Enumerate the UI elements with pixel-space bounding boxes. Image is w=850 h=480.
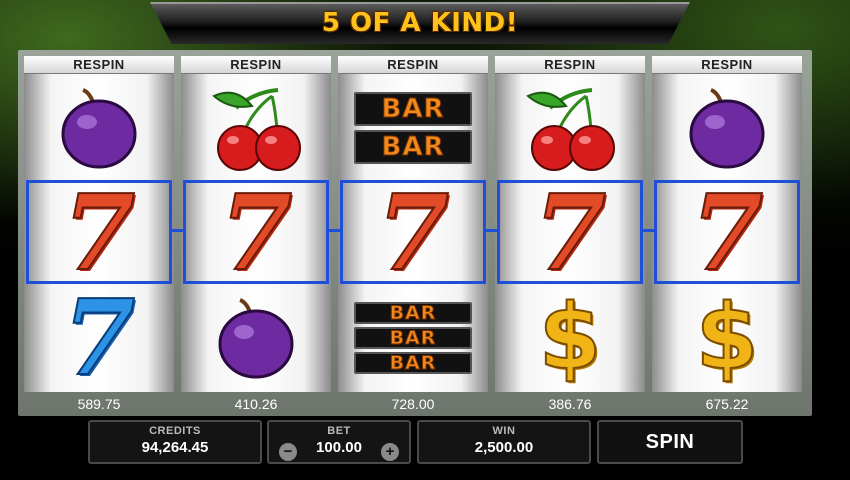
cherries-symbol [495,78,645,178]
credits-label: CREDITS [149,425,201,437]
win-label: WIN [492,425,516,437]
win-panel: WIN 2,500.00 [417,420,591,464]
win-line-connector [329,229,341,232]
respin-button[interactable]: RESPIN [181,56,331,74]
dollar-symbol: $ [695,285,760,390]
win-line-connector [643,229,655,232]
reel-value: 410.26 [234,396,278,412]
win-line-connector [486,229,498,232]
respin-button[interactable]: RESPIN [24,56,174,74]
respin-button[interactable]: RESPIN [338,56,488,74]
bet-increase-button[interactable]: + [381,443,399,461]
reel-value: 589.75 [77,396,121,412]
win-value: 2,500.00 [474,439,534,456]
respin-button[interactable]: RESPIN [652,56,802,74]
bar-label: BAR [354,92,472,126]
win-line-box [26,180,172,284]
bar-label: BAR [354,352,472,374]
plum-symbol [181,288,331,388]
win-line-connector [172,229,184,232]
bet-panel: BET 100.00 − + [267,420,411,464]
credits-value: 94,264.45 [141,439,209,456]
win-line-box [497,180,643,284]
double-bar-symbol: BAR BAR [338,78,488,178]
credits-panel: CREDITS 94,264.45 [88,420,262,464]
win-banner-text: 5 OF A KIND! [321,8,519,38]
win-line-box [183,180,329,284]
dollar-symbol: $ [538,285,603,390]
seven-blue-symbol: 7 [62,276,136,399]
plum-symbol [652,78,802,178]
win-line-box [654,180,800,284]
triple-bar-symbol: BAR BAR BAR [338,288,488,388]
spin-button[interactable]: SPIN [597,420,743,464]
bet-label: BET [327,425,351,437]
reel-value: 386.76 [548,396,592,412]
reel-value: 728.00 [391,396,435,412]
bar-label: BAR [354,327,472,349]
cherries-symbol [181,78,331,178]
plum-symbol [24,78,174,178]
respin-button[interactable]: RESPIN [495,56,645,74]
bar-label: BAR [354,130,472,164]
reel-value: 675.22 [705,396,749,412]
bar-label: BAR [354,302,472,324]
win-line-box [340,180,486,284]
bet-decrease-button[interactable]: − [279,443,297,461]
